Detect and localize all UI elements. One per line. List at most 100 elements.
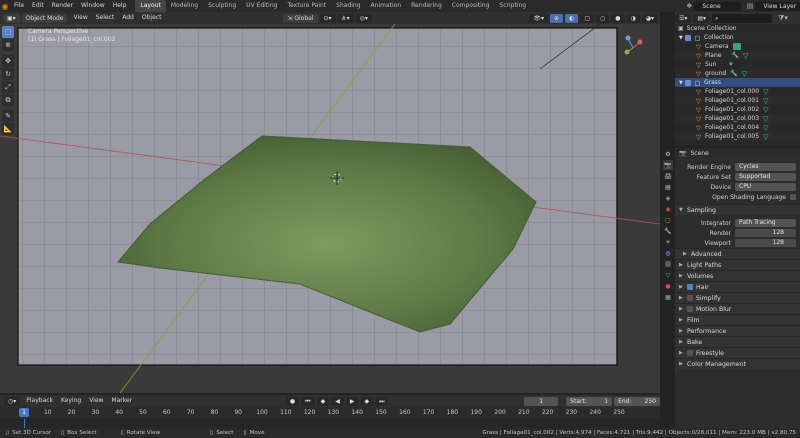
menu-view[interactable]: View bbox=[69, 12, 91, 24]
tab-modeling[interactable]: Modeling bbox=[166, 0, 203, 12]
jump-end-button[interactable]: ⏭ bbox=[375, 396, 389, 406]
volumes-panel[interactable]: ▶ Volumes bbox=[675, 270, 800, 281]
start-frame-field[interactable]: Start: 1 bbox=[566, 396, 613, 406]
shading-rendered[interactable]: ◕▾ bbox=[641, 13, 658, 23]
menu-file[interactable]: File bbox=[10, 0, 28, 12]
particles-tab-icon[interactable]: ✶ bbox=[663, 237, 673, 247]
xray-toggle[interactable]: ▢ bbox=[580, 13, 594, 23]
scale-tool-icon[interactable]: ⤢ bbox=[2, 81, 14, 93]
outliner-row-scene-collection[interactable]: ▣ Scene Collection bbox=[675, 24, 800, 33]
osl-checkbox[interactable] bbox=[790, 194, 796, 200]
select-box-tool-icon[interactable]: ⬚ bbox=[2, 26, 14, 38]
play-button[interactable]: ▶ bbox=[345, 396, 359, 406]
menu-render[interactable]: Render bbox=[48, 0, 77, 12]
move-tool-icon[interactable]: ✥ bbox=[2, 55, 14, 67]
proportional-edit-button[interactable]: ◎▾ bbox=[355, 13, 372, 23]
menu-marker[interactable]: Marker bbox=[107, 395, 136, 407]
render-samples-field[interactable]: 128 bbox=[735, 229, 796, 237]
overlay-toggle[interactable]: ◐ bbox=[565, 13, 579, 23]
current-frame-field[interactable]: 1 bbox=[524, 396, 559, 406]
outliner-row[interactable]: ▽ ground 🔧 ▽ bbox=[675, 69, 800, 78]
outliner-row[interactable]: ▼ ▢ Grass bbox=[675, 78, 800, 87]
performance-panel[interactable]: ▶ Performance bbox=[675, 325, 800, 336]
data-tab-icon[interactable]: ▽ bbox=[663, 270, 673, 280]
end-frame-field[interactable]: End: 250 bbox=[614, 396, 660, 406]
outliner-display-mode[interactable]: ▤▾ bbox=[693, 13, 711, 23]
outliner-row[interactable]: ▽ Foliage01_col.001 ▽ bbox=[675, 96, 800, 105]
freestyle-checkbox[interactable] bbox=[687, 350, 693, 356]
tab-sculpting[interactable]: Sculpting bbox=[203, 0, 241, 12]
tab-shading[interactable]: Shading bbox=[331, 0, 365, 12]
rotate-tool-icon[interactable]: ↻ bbox=[2, 68, 14, 80]
timeline-body[interactable] bbox=[0, 419, 660, 428]
timeline-editor-type[interactable]: ◷▾ bbox=[4, 396, 21, 406]
hair-panel[interactable]: ▶ Hair bbox=[675, 281, 800, 292]
view-layer-tab-icon[interactable]: ▤ bbox=[663, 182, 673, 192]
bake-panel[interactable]: ▶ Bake bbox=[675, 336, 800, 347]
gizmo-toggle[interactable]: ⊕ bbox=[550, 13, 564, 23]
outliner-row[interactable]: ▽ Foliage01_col.004 ▽ bbox=[675, 123, 800, 132]
outliner-row[interactable]: ▽ Foliage01_col.002 ▽ bbox=[675, 105, 800, 114]
visibility-button[interactable]: 👁▾ bbox=[529, 13, 549, 23]
blender-logo-icon[interactable]: ◉ bbox=[0, 0, 10, 12]
transform-orientation-selector[interactable]: ⇲ Global bbox=[283, 13, 318, 23]
feature-set-select[interactable]: Supported bbox=[735, 173, 796, 181]
tab-layout[interactable]: Layout bbox=[135, 0, 166, 12]
film-panel[interactable]: ▶ Film bbox=[675, 314, 800, 325]
next-keyframe-button[interactable]: ◆ bbox=[360, 396, 374, 406]
output-tab-icon[interactable]: 🖨 bbox=[663, 171, 673, 181]
physics-tab-icon[interactable]: ◍ bbox=[663, 248, 673, 258]
simplify-checkbox[interactable] bbox=[687, 295, 693, 301]
hair-checkbox[interactable] bbox=[687, 284, 693, 290]
shading-wireframe[interactable]: ○ bbox=[596, 13, 610, 23]
advanced-subpanel[interactable]: ▶ Advanced bbox=[675, 248, 800, 259]
menu-keying[interactable]: Keying bbox=[57, 395, 85, 407]
jump-start-button[interactable]: ⏮ bbox=[301, 396, 315, 406]
shading-solid[interactable]: ● bbox=[611, 13, 625, 23]
cursor-tool-icon[interactable]: ⊕ bbox=[2, 39, 14, 51]
3d-viewport[interactable]: Camera Perspective (1) Grass | Foliage01… bbox=[0, 24, 660, 393]
menu-help[interactable]: Help bbox=[109, 0, 131, 12]
scene-tab-icon[interactable]: ◈ bbox=[663, 193, 673, 203]
tab-uv-editing[interactable]: UV Editing bbox=[241, 0, 282, 12]
tab-compositing[interactable]: Compositing bbox=[447, 0, 495, 12]
editor-type-button[interactable]: ▣▾ bbox=[3, 13, 20, 23]
outliner-row[interactable]: ▽ Sun ✷ bbox=[675, 60, 800, 69]
outliner-row[interactable]: ▽ Foliage01_col.000 ▽ bbox=[675, 87, 800, 96]
freestyle-panel[interactable]: ▶ Freestyle bbox=[675, 347, 800, 358]
object-tab-icon[interactable]: ▢ bbox=[663, 215, 673, 225]
menu-object[interactable]: Object bbox=[138, 12, 166, 24]
pivot-button[interactable]: ⊙▾ bbox=[319, 13, 336, 23]
prev-keyframe-button[interactable]: ◆ bbox=[316, 396, 330, 406]
checkbox-icon[interactable] bbox=[685, 34, 691, 41]
view-layer-selector[interactable]: View Layer bbox=[755, 1, 800, 11]
menu-timeline-view[interactable]: View bbox=[85, 395, 107, 407]
simplify-panel[interactable]: ▶ Simplify bbox=[675, 292, 800, 303]
outliner-editor-type[interactable]: ☰▾ bbox=[675, 13, 692, 23]
tab-scripting[interactable]: Scripting bbox=[494, 0, 531, 12]
outliner-row[interactable]: ▽ Camera bbox=[675, 42, 800, 51]
filter-icon[interactable]: ⧩▾ bbox=[778, 14, 788, 23]
outliner-row[interactable]: ▼ ▢ Collection bbox=[675, 33, 800, 42]
motion-blur-checkbox[interactable] bbox=[687, 306, 693, 312]
menu-playback[interactable]: Playback bbox=[22, 395, 57, 407]
menu-window[interactable]: Window bbox=[77, 0, 109, 12]
render-engine-select[interactable]: Cycles bbox=[735, 163, 796, 171]
outliner-row[interactable]: ▽ Plane 🔧 ▽ bbox=[675, 51, 800, 60]
viewport-samples-field[interactable]: 128 bbox=[735, 239, 796, 247]
outliner-search[interactable]: ⌕ bbox=[712, 13, 773, 23]
tab-animation[interactable]: Animation bbox=[366, 0, 407, 12]
constraints-tab-icon[interactable]: ⛓ bbox=[663, 259, 673, 269]
snap-button[interactable]: ⋔▾ bbox=[337, 13, 354, 23]
scene-selector[interactable]: Scene bbox=[694, 1, 741, 11]
transform-tool-icon[interactable]: ⧉ bbox=[2, 94, 14, 106]
modifier-tab-icon[interactable]: 🔧 bbox=[663, 226, 673, 236]
play-reverse-button[interactable]: ◀ bbox=[331, 396, 344, 406]
tool-tab-icon[interactable]: ⚙ bbox=[663, 149, 673, 159]
light-paths-panel[interactable]: ▶ Light Paths bbox=[675, 259, 800, 270]
texture-tab-icon[interactable]: ▦ bbox=[663, 292, 673, 302]
motion-blur-panel[interactable]: ▶ Motion Blur bbox=[675, 303, 800, 314]
sampling-panel-header[interactable]: ▼ Sampling bbox=[675, 204, 800, 215]
tab-texture-paint[interactable]: Texture Paint bbox=[282, 0, 331, 12]
world-tab-icon[interactable]: ◉ bbox=[663, 204, 673, 214]
